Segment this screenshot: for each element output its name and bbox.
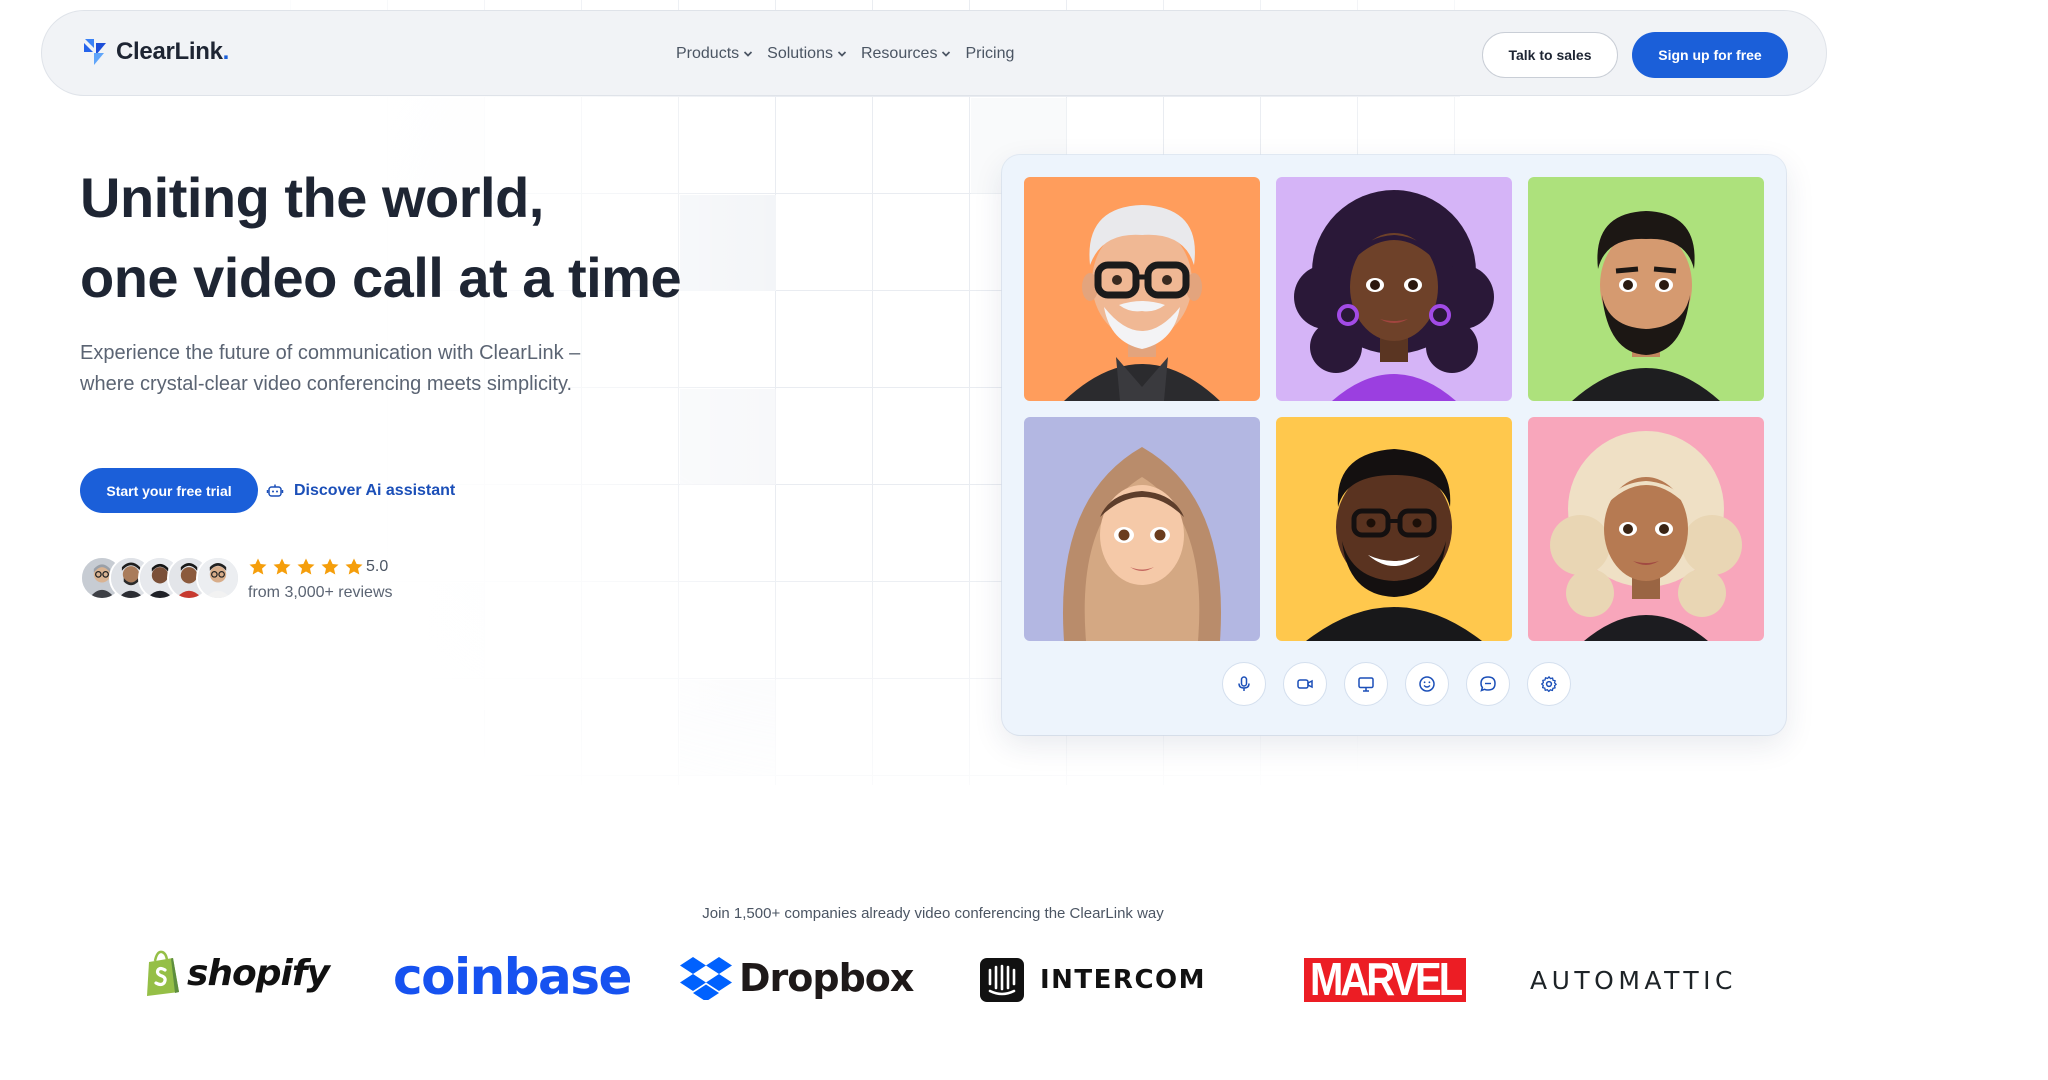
- chat-button[interactable]: [1466, 662, 1510, 706]
- participant-avatar: [1276, 177, 1512, 401]
- star-icon: [321, 558, 339, 575]
- nav-label: Products: [676, 45, 740, 62]
- brand-name: ClearLink: [116, 38, 223, 65]
- participant-tile: [1024, 177, 1260, 401]
- participant-tile: [1528, 417, 1764, 641]
- intercom-wordmark: INTERCOM: [1040, 965, 1207, 995]
- sign-up-button[interactable]: Sign up for free: [1632, 32, 1788, 78]
- dropbox-box-icon: [680, 957, 732, 1000]
- settings-icon: [1541, 676, 1557, 693]
- star-icon: [273, 558, 291, 575]
- nav-links: Products Solutions Resources Pricing: [676, 11, 1014, 97]
- screen-share-icon: [1358, 677, 1374, 692]
- camera-icon: [1297, 679, 1313, 689]
- settings-button[interactable]: [1527, 662, 1571, 706]
- intercom-chat-icon: [980, 958, 1024, 1002]
- dropbox-wordmark: Dropbox: [739, 956, 914, 1000]
- top-navbar: ClearLink. Products Solutions Resources …: [41, 10, 1827, 96]
- nav-label: Pricing: [965, 45, 1015, 62]
- shopify-logo: shopify: [143, 950, 330, 996]
- participant-avatar: [1528, 177, 1764, 401]
- star-icon: [345, 558, 363, 575]
- star-icon: [249, 558, 267, 575]
- customer-logos: shopify coinbase Dropbox INTERCOM MARVEL…: [0, 948, 2048, 1010]
- coinbase-logo: coinbase: [393, 948, 632, 1006]
- start-free-trial-button[interactable]: Start your free trial: [80, 468, 258, 513]
- talk-to-sales-button[interactable]: Talk to sales: [1482, 32, 1618, 78]
- nav-item-resources[interactable]: Resources: [861, 45, 951, 63]
- intercom-logo: INTERCOM: [980, 958, 1206, 1002]
- nav-item-solutions[interactable]: Solutions: [767, 45, 847, 63]
- emoji-icon: [1419, 676, 1435, 692]
- hero-title-line-1: Uniting the world,: [80, 166, 544, 229]
- chat-icon: [1480, 676, 1496, 692]
- participant-avatar: [1528, 417, 1764, 641]
- chevron-down-icon: [744, 51, 753, 57]
- trusted-by-text: Join 1,500+ companies already video conf…: [702, 905, 1164, 922]
- marvel-wordmark: MARVEL: [1310, 954, 1463, 1005]
- automattic-logo: AUTOMATTIC: [1530, 966, 1737, 995]
- rating-stars: 5.0: [248, 557, 388, 577]
- chevron-down-icon: [942, 51, 951, 57]
- participant-tile: [1528, 177, 1764, 401]
- hero-title: Uniting the world, one video call at a t…: [80, 158, 780, 318]
- automattic-wordmark: AUTOMATTIC: [1530, 966, 1738, 995]
- brand-logo[interactable]: ClearLink.: [82, 37, 229, 67]
- clearlink-logo-icon: [84, 39, 106, 65]
- discover-ai-label: Discover Ai assistant: [294, 482, 456, 499]
- hero-subtitle: Experience the future of communication w…: [80, 342, 581, 395]
- rating-value: 5.0: [366, 558, 389, 575]
- shopify-wordmark: shopify: [187, 952, 330, 994]
- participant-avatar: [1276, 417, 1512, 641]
- reviewer-avatar: [196, 556, 240, 600]
- shopify-bag-icon: [147, 950, 179, 996]
- coinbase-wordmark: coinbase: [393, 948, 632, 1006]
- robot-icon: [266, 484, 284, 497]
- participant-avatar: [1024, 417, 1260, 641]
- discover-ai-assistant-link[interactable]: Discover Ai assistant: [266, 478, 455, 504]
- chevron-down-icon: [837, 51, 847, 57]
- review-count: from 3,000+ reviews: [248, 584, 393, 601]
- screen-share-button[interactable]: [1344, 662, 1388, 706]
- participant-tile: [1024, 417, 1260, 641]
- reviewer-avatars: [80, 556, 240, 600]
- nav-item-pricing[interactable]: Pricing: [965, 45, 1014, 63]
- video-call-preview: [1002, 155, 1786, 735]
- dropbox-logo: Dropbox: [680, 956, 914, 1000]
- participant-tile: [1276, 177, 1512, 401]
- nav-label: Resources: [860, 45, 938, 62]
- emoji-button[interactable]: [1405, 662, 1449, 706]
- camera-button[interactable]: [1283, 662, 1327, 706]
- participant-tile: [1276, 417, 1512, 641]
- microphone-button[interactable]: [1222, 662, 1266, 706]
- microphone-icon: [1238, 676, 1250, 691]
- participant-avatar: [1024, 177, 1260, 401]
- call-controls: [1222, 662, 1571, 706]
- nav-item-products[interactable]: Products: [676, 45, 753, 63]
- brand-dot: .: [222, 38, 230, 65]
- hero-title-line-2: one video call at a time: [80, 246, 682, 309]
- star-icon: [297, 558, 315, 575]
- marvel-logo: MARVEL: [1304, 954, 1467, 1005]
- nav-label: Solutions: [767, 45, 833, 62]
